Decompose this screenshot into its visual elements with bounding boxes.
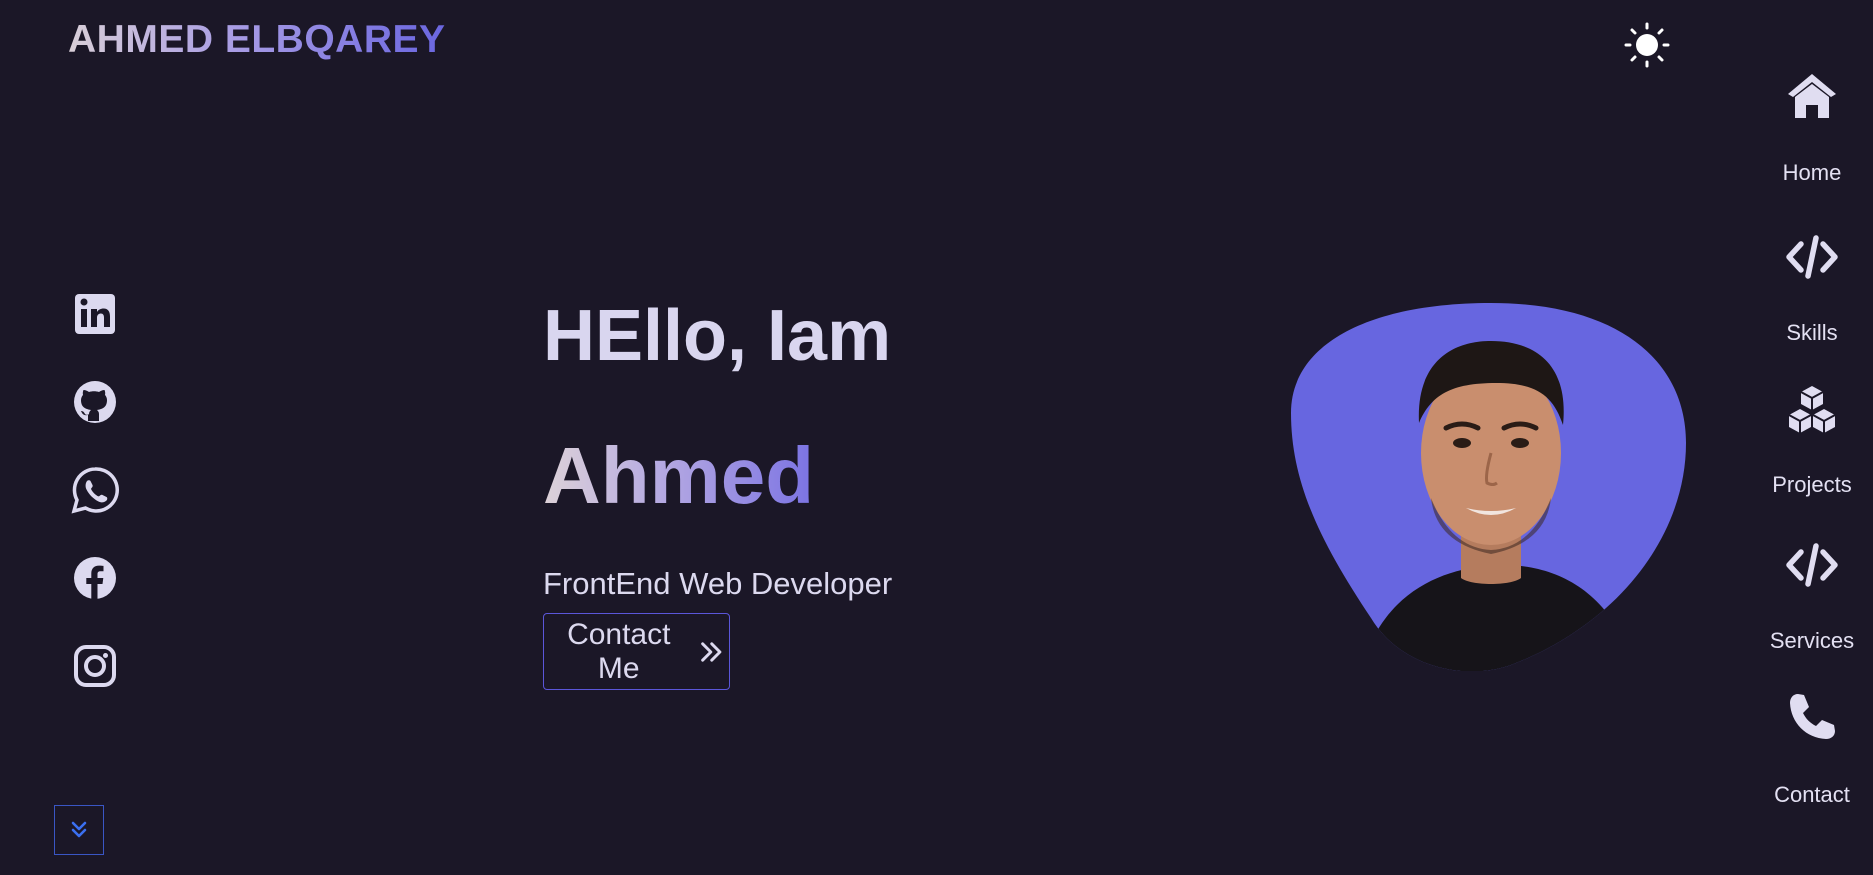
hero-greeting: HEllo, Iam [543, 296, 892, 376]
contact-me-label: Contact Me [567, 617, 671, 685]
nav-item-skills[interactable]: Skills [1752, 230, 1872, 346]
facebook-icon [74, 557, 116, 599]
double-chevron-right-icon [700, 641, 721, 662]
nav-item-contact[interactable]: Contact [1752, 690, 1872, 808]
instagram-link[interactable] [66, 637, 124, 695]
contact-me-button[interactable]: Contact Me [543, 613, 730, 690]
profile-photo [1291, 303, 1686, 671]
github-link[interactable] [66, 373, 124, 431]
home-icon [1788, 74, 1836, 118]
hero-role: FrontEnd Web Developer [543, 566, 893, 601]
site-logo[interactable]: AHMED ELBQAREY [68, 18, 446, 62]
theme-toggle-button[interactable] [1624, 22, 1670, 68]
nav-item-services[interactable]: Services [1752, 538, 1872, 654]
linkedin-icon [75, 294, 115, 334]
phone-icon [1790, 694, 1835, 739]
double-chevron-down-icon [71, 821, 87, 838]
nav-label-services: Services [1769, 628, 1855, 653]
nav-item-home[interactable]: Home [1752, 70, 1872, 186]
facebook-link[interactable] [66, 549, 124, 607]
nav-label-projects: Projects [1772, 472, 1852, 497]
nav-item-projects[interactable]: Projects [1752, 384, 1872, 498]
sun-icon [1624, 22, 1670, 68]
instagram-icon [74, 645, 116, 687]
linkedin-link[interactable] [66, 285, 124, 343]
whatsapp-icon [71, 467, 119, 514]
social-links [66, 285, 124, 725]
hero-name: Ahmed [543, 431, 815, 520]
nav-label-contact: Contact [1774, 782, 1850, 807]
scroll-down-button[interactable] [54, 805, 104, 855]
nav-label-skills: Skills [1786, 320, 1838, 345]
code-icon [1786, 543, 1838, 587]
code-icon [1786, 235, 1838, 279]
whatsapp-link[interactable] [66, 461, 124, 519]
github-icon [74, 381, 116, 423]
cubes-icon [1788, 386, 1836, 433]
nav-label-home: Home [1782, 160, 1842, 185]
